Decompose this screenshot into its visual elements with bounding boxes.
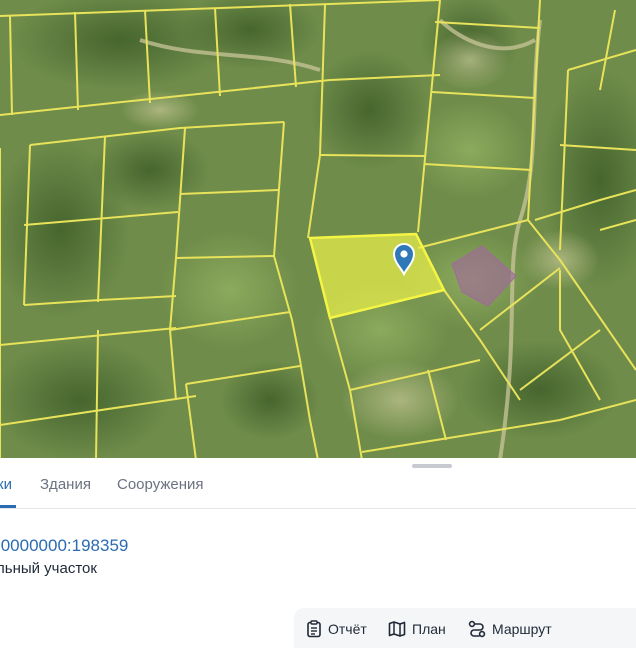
plan-button[interactable]: План — [388, 620, 446, 638]
info-bottom-sheet: ки Здания Сооружения :0000000:198359 льн… — [0, 458, 636, 648]
map-canvas[interactable] — [0, 0, 636, 460]
object-tabs: ки Здания Сооружения — [0, 458, 636, 509]
route-icon — [468, 620, 486, 638]
plan-map-icon — [388, 621, 406, 637]
cadastral-number[interactable]: :0000000:198359 — [0, 536, 128, 556]
tab-parcels[interactable]: ки — [0, 476, 12, 493]
action-bar: Отчёт План Маршрут — [294, 608, 636, 648]
active-tab-indicator — [0, 505, 16, 508]
parcel-type: льный участок — [0, 560, 97, 577]
plan-label: План — [412, 621, 446, 637]
tab-buildings[interactable]: Здания — [40, 476, 91, 493]
report-button[interactable]: Отчёт — [306, 620, 367, 638]
route-button[interactable]: Маршрут — [468, 620, 552, 638]
report-label: Отчёт — [328, 621, 367, 637]
route-label: Маршрут — [492, 621, 552, 637]
satellite-map[interactable] — [0, 0, 636, 460]
report-icon — [307, 620, 321, 638]
tab-structures[interactable]: Сооружения — [117, 476, 204, 493]
